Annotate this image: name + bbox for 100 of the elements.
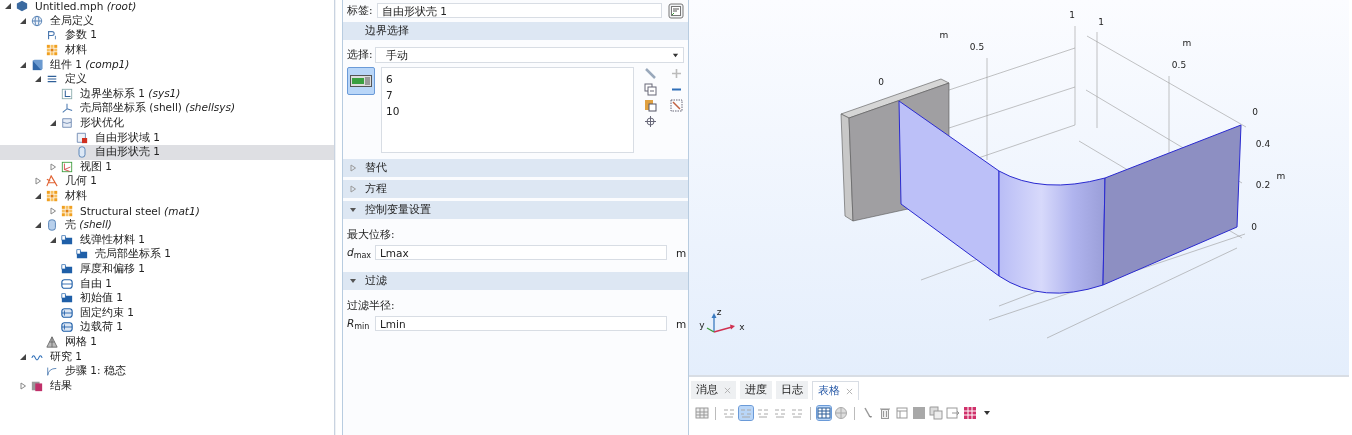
- tree-item[interactable]: 边载荷 1: [0, 320, 334, 335]
- tree-item-label: 形状优化: [80, 116, 124, 131]
- tree-item[interactable]: 研究 1: [0, 349, 334, 364]
- tree-item[interactable]: 自由形状域 1: [0, 130, 334, 145]
- view-icon: [61, 160, 73, 173]
- expanded-arrow-icon[interactable]: [19, 60, 27, 69]
- field-label: 选择:: [347, 48, 374, 62]
- section-header[interactable]: 方程: [343, 180, 688, 198]
- tree-item[interactable]: 结果: [0, 378, 334, 394]
- section-header[interactable]: 过滤: [343, 272, 688, 290]
- tree-item[interactable]: 厚度和偏移 1: [0, 261, 334, 277]
- tree-item[interactable]: 形状优化: [0, 115, 334, 131]
- symbol-label: R$_{min}$: [347, 316, 371, 331]
- tree-item-label: 研究 1: [50, 349, 83, 364]
- collapsed-arrow-icon[interactable]: [349, 185, 357, 193]
- label-field[interactable]: 自由形状壳 1: [377, 3, 662, 18]
- expanded-arrow-icon[interactable]: [19, 352, 27, 361]
- zoom-selection-icon[interactable]: [644, 115, 657, 128]
- tree-item[interactable]: 自由形状壳 1: [0, 144, 334, 160]
- tree-item[interactable]: 固定约束 1: [0, 305, 334, 321]
- collapsed-arrow-icon[interactable]: [49, 206, 57, 215]
- table-icon[interactable]: [695, 406, 709, 420]
- dropdown[interactable]: 手动: [375, 47, 684, 63]
- value-field[interactable]: Lmax: [375, 245, 667, 260]
- expanded-arrow-icon[interactable]: [4, 2, 12, 11]
- folder-icon: [61, 292, 73, 305]
- folder-icon: [61, 263, 73, 275]
- tree-item[interactable]: 定义: [0, 71, 334, 87]
- collapsed-arrow-icon[interactable]: [34, 177, 42, 186]
- folder-icon: [61, 233, 73, 246]
- cylinder-icon: [76, 146, 88, 159]
- tree-item[interactable]: 自由 1: [0, 276, 334, 291]
- close-icon[interactable]: [846, 387, 853, 395]
- expanded-arrow-icon[interactable]: [49, 235, 57, 244]
- tree-item[interactable]: 边界坐标系 1 (sys1): [0, 86, 334, 102]
- sphere-icon[interactable]: [834, 406, 848, 420]
- panel-tab[interactable]: 日志: [776, 381, 808, 399]
- expanded-arrow-icon[interactable]: [349, 277, 357, 285]
- copy-icon[interactable]: [644, 83, 657, 96]
- boundary-toggle-button[interactable]: [347, 67, 375, 95]
- expanded-arrow-icon[interactable]: [34, 75, 42, 84]
- tree-item[interactable]: 壳 (shell): [0, 217, 334, 233]
- tree-item[interactable]: 参数 1: [0, 28, 334, 43]
- tree-item[interactable]: Structural steel (mat1): [0, 203, 334, 218]
- tree-item[interactable]: 几何 1: [0, 174, 334, 189]
- tree-item[interactable]: 步骤 1: 稳态: [0, 363, 334, 379]
- tree-item-label: 线弹性材料 1: [80, 232, 146, 247]
- expanded-arrow-icon[interactable]: [34, 192, 42, 200]
- copy-icon[interactable]: [929, 406, 943, 420]
- table-icon[interactable]: [817, 406, 831, 420]
- frame-icon[interactable]: [895, 406, 909, 420]
- tree-item[interactable]: 视图 1: [0, 159, 334, 175]
- tree-item[interactable]: Untitled.mph (root): [0, 0, 334, 14]
- value-field[interactable]: Lmin: [375, 316, 667, 331]
- tree-item[interactable]: 初始值 1: [0, 290, 334, 306]
- section-header[interactable]: 边界选择: [343, 22, 688, 40]
- expanded-arrow-icon[interactable]: [349, 206, 357, 214]
- grid-icon[interactable]: [963, 406, 977, 420]
- section-header[interactable]: 控制变量设置: [343, 201, 688, 219]
- collapsed-arrow-icon[interactable]: [49, 162, 57, 171]
- clear-selection-icon[interactable]: [670, 99, 683, 112]
- axes-icon: [61, 87, 73, 100]
- tree-item-label: 自由形状域 1: [95, 130, 161, 145]
- section-header[interactable]: 替代: [343, 159, 688, 177]
- square-icon[interactable]: [912, 406, 926, 420]
- list-entry[interactable]: 6: [386, 71, 393, 87]
- tree-item[interactable]: 壳局部坐标系 (shell) (shellsys): [0, 101, 334, 116]
- tree-item[interactable]: 网格 1: [0, 334, 334, 350]
- tree-item[interactable]: 全局定义: [0, 13, 334, 29]
- list-entry[interactable]: 7: [386, 87, 393, 103]
- export-icon[interactable]: [946, 406, 960, 420]
- tree-item-label: 壳局部坐标系 (shell) (shellsys): [80, 101, 236, 116]
- list-entry[interactable]: 10: [386, 103, 400, 119]
- tree-item-label: 几何 1: [65, 174, 98, 189]
- tree-item[interactable]: 线弹性材料 1: [0, 232, 334, 248]
- collapsed-arrow-icon[interactable]: [19, 381, 27, 390]
- tree-item-label: 参数 1: [65, 28, 98, 43]
- expanded-arrow-icon[interactable]: [19, 16, 27, 25]
- trash-icon[interactable]: [878, 406, 892, 420]
- tree-item[interactable]: 壳局部坐标系 1: [0, 247, 334, 262]
- close-icon[interactable]: [724, 386, 731, 394]
- tree-item[interactable]: 材料: [0, 188, 334, 204]
- tree-item[interactable]: 材料: [0, 42, 334, 58]
- form-icon[interactable]: [668, 2, 684, 19]
- section-title: 过滤: [365, 274, 387, 288]
- tree-item[interactable]: 组件 1 (comp1): [0, 57, 334, 72]
- unit-label: m: [676, 317, 684, 330]
- field-label: 标签:: [347, 3, 374, 18]
- panel-tab[interactable]: 消息: [691, 381, 736, 399]
- selection-list[interactable]: 6 7 10: [381, 67, 634, 153]
- brush-icon[interactable]: [861, 406, 875, 420]
- collapsed-arrow-icon[interactable]: [349, 164, 357, 172]
- paste-icon[interactable]: [644, 99, 657, 112]
- link-icon[interactable]: [644, 67, 657, 80]
- tree-item-label: 网格 1: [65, 334, 98, 349]
- tree-item-label: 初始值 1: [80, 291, 124, 306]
- panel-tab[interactable]: 表格: [812, 381, 859, 400]
- panel-tab[interactable]: 进度: [740, 381, 772, 399]
- expanded-arrow-icon[interactable]: [49, 119, 57, 128]
- expanded-arrow-icon[interactable]: [34, 221, 42, 230]
